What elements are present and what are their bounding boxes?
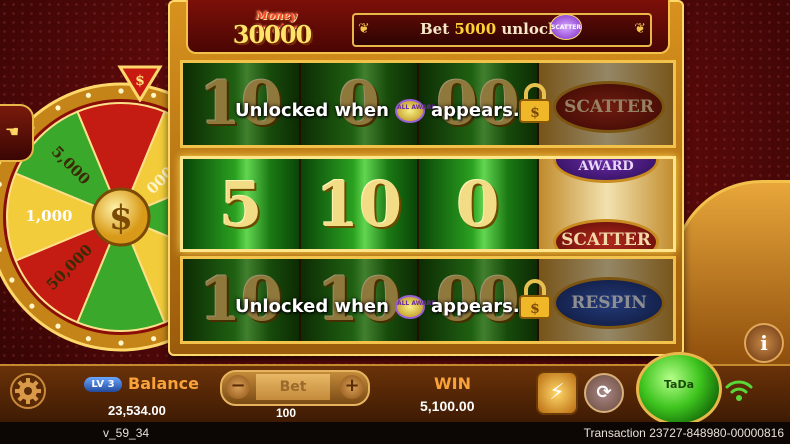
spin-button[interactable]: TaDa [636,352,722,426]
bet-unlock-amount: 5000 [454,20,497,38]
wifi-icon [725,380,753,401]
padlock-icon: $ [519,83,551,123]
gear-icon[interactable] [10,373,46,409]
reel-row-bottom: 10 10 00 RESPIN Unlocked when ALL AWARDap… [180,256,676,344]
unlock-text-after: appears. [430,296,520,317]
reel-cell: 10 [301,159,417,249]
dollar-pointer-icon: $ [117,65,163,102]
level-badge: LV 3 [84,377,122,392]
bet-value: 100 [276,406,297,420]
reel-number: 0 [456,167,500,241]
side-menu-tab[interactable]: ☚ [0,104,34,162]
bet-control: − Bet + [220,370,370,406]
balance-value: 23,534.00 [108,403,166,418]
svg-text:$: $ [530,105,540,121]
wheel-light [151,336,157,342]
unlock-message: Unlocked when ALL AWARDappears. [235,99,520,123]
wheel-light [118,340,124,346]
hand-pointer-icon: ☚ [5,122,20,141]
balance-label: Balance [128,374,199,393]
bet-label: Bet [256,374,330,400]
reel-number: 10 [315,167,403,241]
reel-cell: 5 [183,159,299,249]
ornament-left-icon: ❦ [358,21,370,37]
scatter-symbol: SCATTER [553,219,659,249]
award-symbol: AWARD [553,159,659,183]
all-award-icon: ALL AWARD [394,295,436,319]
wheel-light [29,303,35,309]
info-button[interactable]: i [744,323,784,363]
wheel-light [85,336,91,342]
autoplay-icon[interactable]: ⟳ [584,373,624,413]
wheel-segment-label: 1,000 [26,207,73,225]
reel-number: 5 [219,167,263,241]
bet-prefix: Bet [420,20,450,38]
reel-cell: 0 [419,159,537,249]
svg-text:$: $ [135,73,145,89]
win-label: WIN [434,374,471,393]
wheel-light [55,323,61,329]
bet-decrease-button[interactable]: − [226,375,250,399]
unlock-text-before: Unlocked when [235,296,389,317]
reel-row-middle: 5 10 0 AWARD SCATTER [180,156,676,252]
unlock-message: Unlocked when ALL AWARDappears. [235,295,520,319]
bet-unlock-banner: ❦ ❦ Bet 5000 unlock [352,13,652,47]
wheel-light [9,277,15,283]
reel-row-top: 10 0 00 SCATTER Unlocked when ALL AWARDap… [180,60,676,148]
wheel-light [85,92,91,98]
bet-unlock-text: Bet 5000 unlock [420,20,558,38]
unlock-text-before: Unlocked when [235,100,389,121]
version-text: v_59_34 [103,426,150,440]
symbol-cell: AWARD SCATTER [539,159,673,249]
bet-increase-button[interactable]: + [340,375,364,399]
svg-text:$: $ [109,198,133,238]
scatter-badge-icon: SCATTER [550,14,582,40]
svg-text:$: $ [530,301,540,317]
money-coming-logo-value: 30000 [232,20,313,49]
wheel-light [55,105,61,111]
unlock-text-after: appears. [430,100,520,121]
lightning-icon[interactable]: ⚡ [536,371,578,415]
padlock-icon: $ [519,279,551,319]
game-screen: 100,0005,0001,00050,0003,000 $ $ ☚ Money… [0,0,790,444]
ornament-right-icon: ❦ [634,21,646,37]
all-award-icon: ALL AWARD [394,99,436,123]
win-value: 5,100.00 [420,398,475,414]
transaction-text: Transaction 23727-848980-00000816 [583,426,784,440]
